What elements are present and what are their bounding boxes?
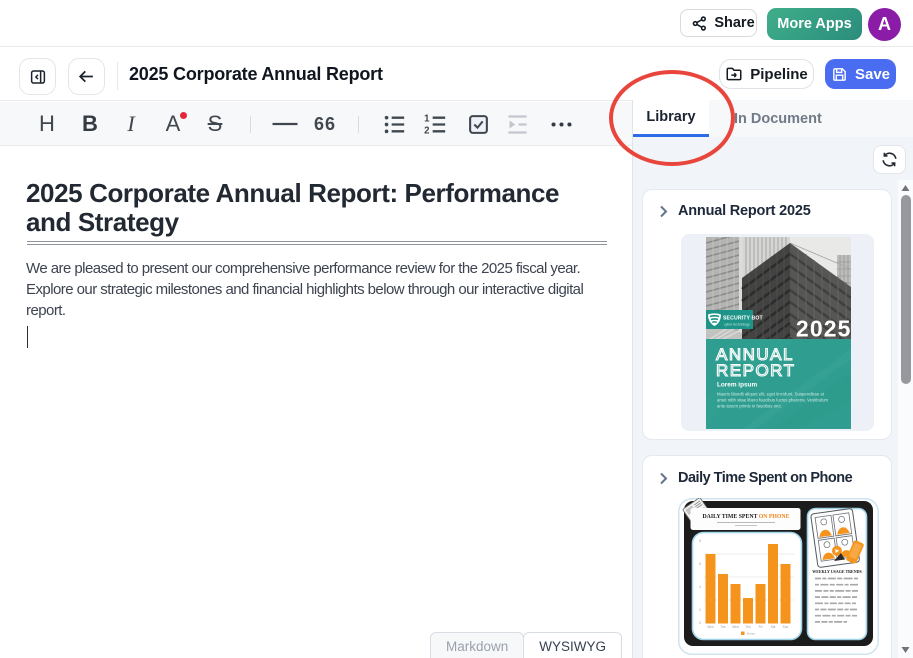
svg-text:2: 2 — [699, 608, 701, 612]
svg-text:Fri: Fri — [759, 625, 763, 629]
svg-text:4: 4 — [699, 585, 701, 589]
svg-text:Thu: Thu — [745, 625, 751, 629]
svg-text:6: 6 — [699, 562, 701, 566]
svg-text:Hours: Hours — [747, 632, 756, 636]
svg-text:Lorem ipsum: Lorem ipsum — [717, 382, 757, 389]
svg-text:DAILY TIME SPENT ON PHONE: DAILY TIME SPENT ON PHONE — [703, 514, 790, 520]
svg-text:0: 0 — [699, 621, 701, 625]
svg-text:8: 8 — [699, 539, 701, 543]
svg-text:Sun: Sun — [783, 625, 789, 629]
svg-text:Mon: Mon — [707, 625, 713, 629]
svg-text:Sat: Sat — [771, 625, 776, 629]
svg-text:2: 2 — [424, 125, 429, 136]
svg-text:ante ipsum primis in faucibus: ante ipsum primis in faucibus orci. — [717, 404, 782, 409]
svg-text:REPORT: REPORT — [716, 361, 796, 380]
svg-text:Wed: Wed — [732, 625, 739, 629]
svg-text:cyber technology: cyber technology — [724, 323, 750, 327]
svg-text:SECURITY BOT: SECURITY BOT — [723, 316, 763, 322]
svg-text:Mauris blandit aliquet elit, e: Mauris blandit aliquet elit, eget tincid… — [717, 392, 825, 397]
svg-text:WEEKLY USAGE TRENDS: WEEKLY USAGE TRENDS — [812, 569, 862, 574]
svg-text:Tue: Tue — [720, 625, 726, 629]
svg-text:1: 1 — [424, 113, 430, 124]
svg-text:amet nibh vitae libero faucibu: amet nibh vitae libero faucibus luctus p… — [717, 398, 828, 403]
svg-text:2025: 2025 — [796, 316, 852, 342]
